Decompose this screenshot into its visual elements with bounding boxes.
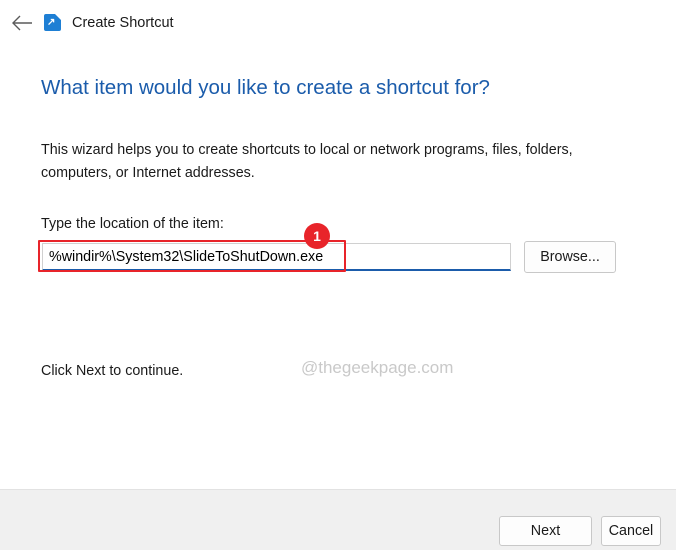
window-title: Create Shortcut [72, 15, 174, 31]
wizard-description: This wizard helps you to create shortcut… [41, 142, 573, 181]
cancel-button[interactable]: Cancel [601, 516, 661, 546]
page-title: What item would you like to create a sho… [41, 76, 490, 99]
browse-button[interactable]: Browse... [524, 241, 616, 273]
next-button[interactable]: Next [499, 516, 592, 546]
shortcut-document-icon: ↗ [44, 14, 62, 32]
location-field-label: Type the location of the item: [41, 216, 224, 232]
back-arrow-icon[interactable] [2, 3, 42, 43]
annotation-badge-1: 1 [304, 223, 330, 249]
click-next-text: Click Next to continue. [41, 363, 184, 379]
highlight-location-input [38, 240, 346, 272]
watermark-text: @thegeekpage.com [301, 358, 454, 377]
window-titlebar: ↗ Create Shortcut [0, 0, 676, 46]
